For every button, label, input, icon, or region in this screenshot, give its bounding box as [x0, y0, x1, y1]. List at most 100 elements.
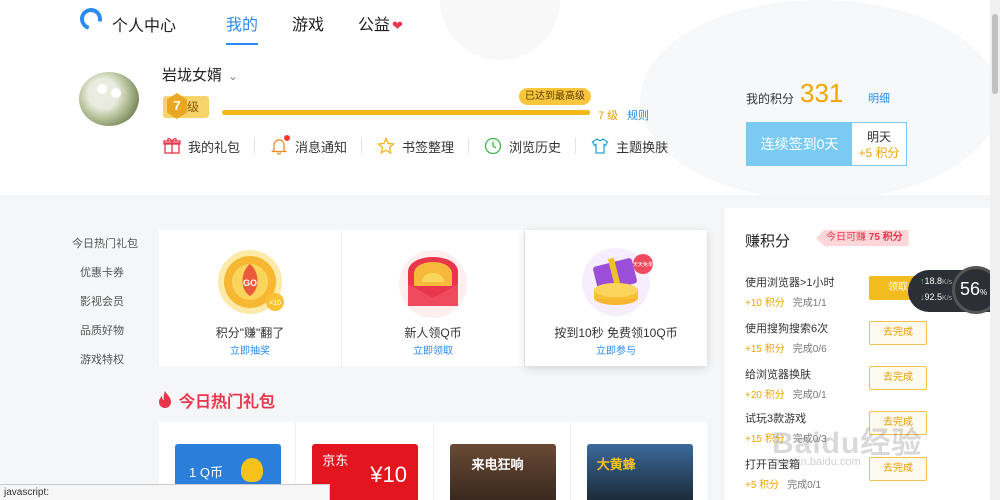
task-row: 给浏览器换肤 +20 积分 完成0/1 去完成 [745, 366, 927, 401]
gift-pack-image: 大黄蜂 [586, 444, 693, 500]
vertical-scrollbar[interactable] [990, 0, 1000, 500]
promo-card-link[interactable]: 立即参与 [525, 342, 707, 357]
level-number: 7 [167, 93, 187, 119]
promo-card-title: 按到10秒 免费领10Q币 [554, 326, 678, 340]
header-decoration [440, 0, 560, 60]
bell-icon [269, 135, 291, 156]
divider [575, 138, 577, 154]
promo-card-title: 新人领Q币 [404, 326, 462, 340]
task-points: +5 积分 [745, 480, 780, 491]
tab-mine[interactable]: 我的 [226, 11, 259, 45]
logo-icon[interactable] [75, 3, 107, 35]
hot-gifts-title: 今日热门礼包 [179, 394, 276, 411]
tab-label: 游戏 [292, 17, 325, 34]
level-progress-fill [222, 110, 590, 115]
earn-points-title: 赚积分 [745, 233, 791, 250]
task-go-button[interactable]: 去完成 [869, 366, 927, 390]
signin-tomorrow: 明天 +5 积分 [852, 123, 906, 165]
promo-card-newbie-qcoin[interactable]: 新人领Q币 立即领取 [342, 230, 525, 366]
tab-label: 我的 [226, 17, 259, 34]
promo-card-free-qcoin[interactable]: 天天免单 按到10秒 免费领10Q币 立即参与 [525, 230, 707, 366]
shortcut-history[interactable]: 浏览历史 [483, 136, 561, 156]
penguin-icon [241, 458, 263, 482]
browser-status-bar: javascript: [0, 484, 330, 500]
task-points: +20 积分 [745, 390, 785, 401]
points-value: 331 [800, 78, 844, 108]
shortcut-bookmarks[interactable]: 书签整理 [376, 136, 454, 156]
task-progress: 完成0/1 [792, 390, 827, 401]
signin-tomorrow-bonus: +5 积分 [858, 146, 900, 160]
task-row: 使用浏览器>1小时 +10 积分 完成1/1 领取 [745, 274, 927, 309]
shortcut-skins[interactable]: 主题换肤 [590, 136, 668, 156]
task-progress: 完成1/1 [792, 298, 827, 309]
flame-icon [159, 391, 171, 408]
task-points: +15 积分 [745, 344, 785, 355]
hot-gifts-heading: 今日热门礼包 [158, 388, 275, 412]
gift-box-icon: 天天免单 [582, 248, 653, 316]
gift-icon [162, 136, 182, 156]
points-detail-link[interactable]: 明细 [868, 90, 890, 106]
shortcut-gifts[interactable]: 我的礼包 [162, 136, 240, 156]
shortcut-label: 我的礼包 [188, 139, 241, 155]
download-speed-value: 92.5 [924, 292, 943, 302]
shirt-icon [590, 136, 610, 156]
signin-button[interactable]: 连续签到0天 [747, 123, 852, 165]
memory-usage: 56% [960, 279, 987, 300]
task-row: 使用搜狗搜索6次 +15 积分 完成0/6 去完成 [745, 320, 927, 355]
promo-cards: GO ×10 积分"赚"翻了 立即抽奖 新人领Q币 立即领取 天天免单 按到10 [159, 230, 707, 366]
free-badge-text: 天天免单 [633, 261, 653, 268]
top-nav: 我的 游戏 公益 ❤ [226, 11, 437, 45]
task-points: +10 积分 [745, 298, 785, 309]
promo-card-title: 积分"赚"翻了 [215, 326, 285, 340]
promo-card-lottery[interactable]: GO ×10 积分"赚"翻了 立即抽奖 [159, 230, 342, 366]
gift-pack-label: 1 Q币 [189, 465, 223, 480]
sidebar-item-quality-goods[interactable]: 品质好物 [62, 324, 142, 353]
shortcut-label: 主题换肤 [616, 139, 669, 155]
sidebar: 今日热门礼包 优惠卡券 影视会员 品质好物 游戏特权 [62, 237, 142, 382]
memory-usage-value: 56 [960, 279, 981, 299]
sidebar-item-hot-gifts[interactable]: 今日热门礼包 [62, 237, 142, 266]
shortcut-label: 消息通知 [295, 139, 348, 155]
upload-speed: ↑18.8K/s [920, 276, 952, 286]
tab-games[interactable]: 游戏 [292, 11, 324, 43]
points-label: 我的积分 [746, 92, 795, 106]
gift-pack-label: 大黄蜂 [596, 457, 636, 472]
download-speed: ↓92.5K/s [920, 292, 952, 302]
max-level-tip: 已达到最高级 [519, 88, 591, 105]
clock-icon [483, 136, 503, 156]
lottery-wheel-icon: GO ×10 [218, 250, 284, 314]
task-go-button[interactable]: 去完成 [869, 321, 927, 345]
gift-pack-bumblebee[interactable]: 大黄蜂 [571, 422, 707, 500]
shortcut-label: 浏览历史 [509, 139, 562, 155]
gift-pack-movie[interactable]: 来电狂响 [434, 422, 571, 500]
tab-label: 公益 [358, 17, 391, 34]
promo-card-link[interactable]: 立即领取 [342, 342, 524, 357]
level-text: 7 级 [598, 110, 619, 122]
speed-unit: K/s [942, 279, 953, 286]
sidebar-item-video-vip[interactable]: 影视会员 [62, 295, 142, 324]
username: 岩垅女婿 [162, 67, 223, 84]
earn-badge-value: 75 积分 [868, 232, 903, 243]
shortcut-messages[interactable]: 消息通知 [269, 135, 348, 156]
level-progress-bar [222, 110, 590, 115]
gift-pack-label: 来电狂响 [471, 457, 524, 472]
promo-card-link[interactable]: 立即抽奖 [159, 342, 341, 357]
signin-widget: 连续签到0天 明天 +5 积分 [746, 122, 907, 166]
username-dropdown[interactable]: 岩垅女婿 ⌄ [162, 64, 238, 85]
gift-pack-value: ¥10 [370, 462, 407, 487]
task-progress: 完成0/6 [792, 344, 827, 355]
level-label: 级 [187, 100, 200, 114]
earn-badge-prefix: 今日可赚 [826, 232, 866, 243]
avatar[interactable] [79, 72, 139, 126]
tab-charity[interactable]: 公益 ❤ [358, 11, 403, 43]
red-envelope-icon [399, 250, 467, 318]
shortcut-label: 书签整理 [402, 139, 455, 155]
scrollbar-thumb[interactable] [992, 14, 998, 94]
shortcut-bar: 我的礼包 消息通知 书签整理 浏览历史 主题换肤 [162, 135, 668, 156]
level-badge: 7 级 [163, 93, 209, 119]
star-icon [376, 136, 396, 156]
sidebar-item-game-privileges[interactable]: 游戏特权 [62, 353, 142, 382]
memory-usage-unit: % [980, 288, 988, 297]
sidebar-item-coupons[interactable]: 优惠卡券 [62, 266, 142, 295]
rules-link[interactable]: 规则 [627, 107, 649, 123]
